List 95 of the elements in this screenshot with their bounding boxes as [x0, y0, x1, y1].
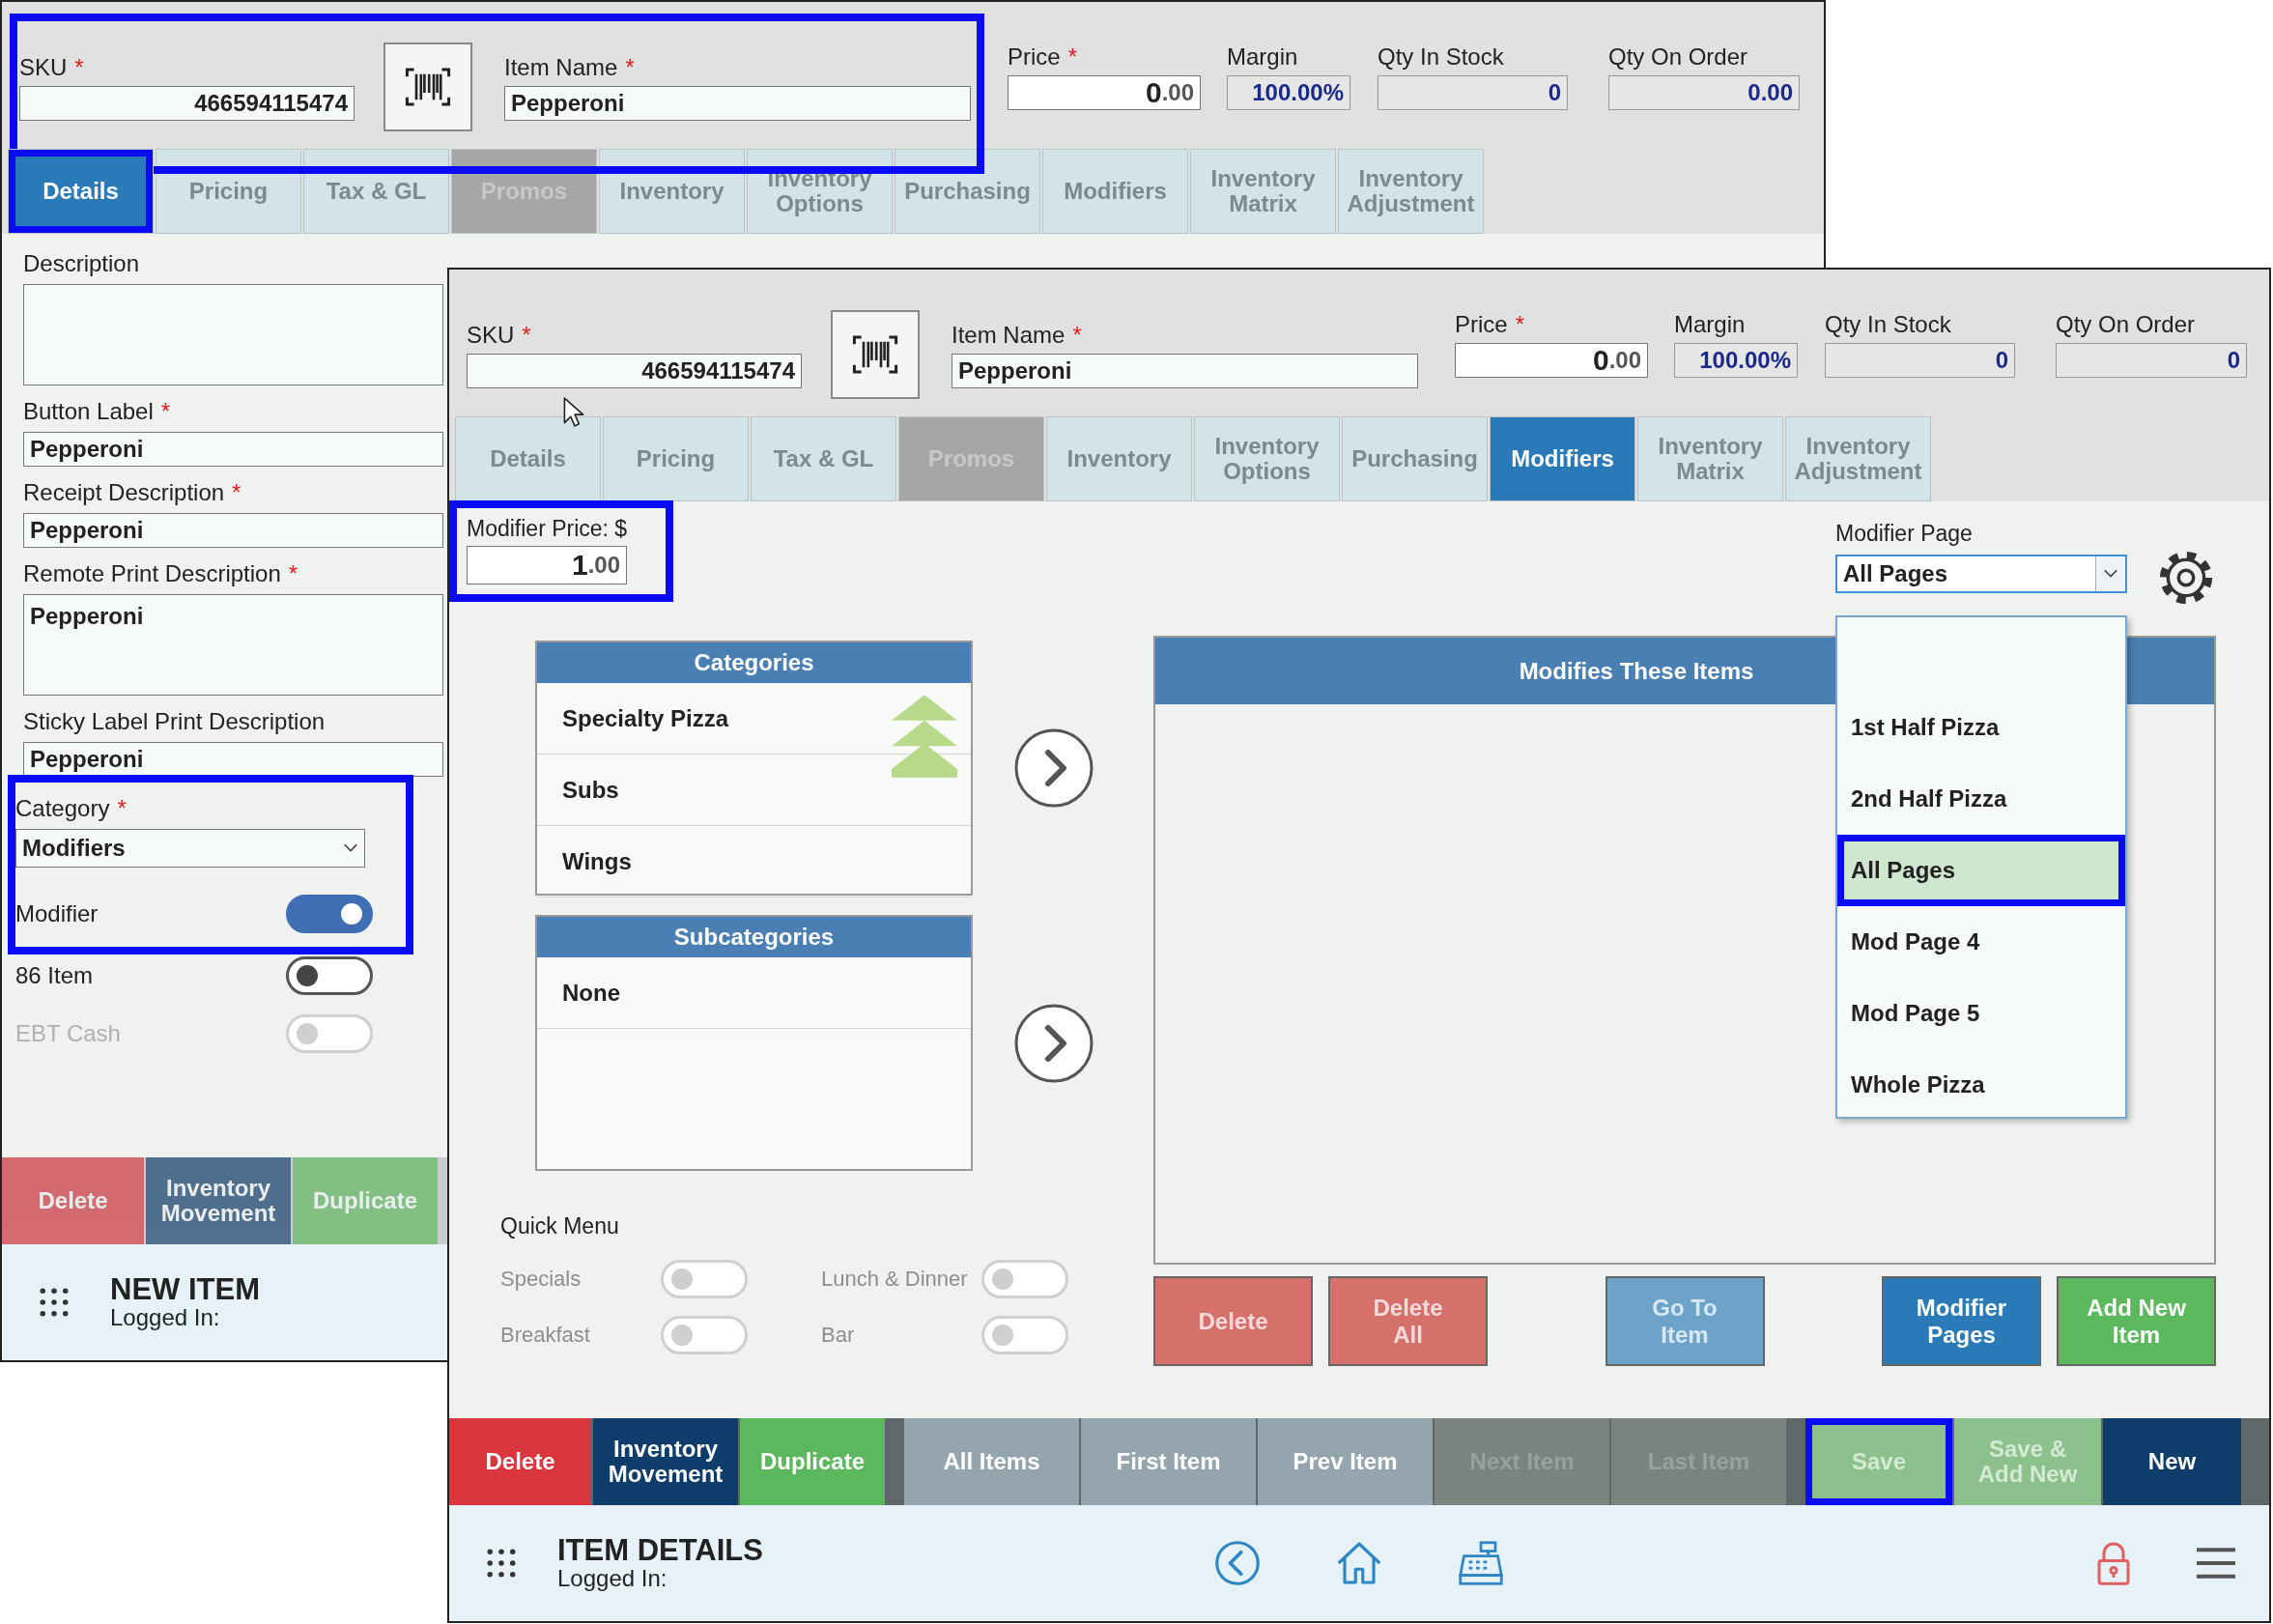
dropdown-option[interactable]: Whole Pizza: [1837, 1049, 2125, 1121]
field-label: Item Name: [952, 322, 1065, 349]
qty-in-stock-field: 0: [1825, 343, 2015, 378]
login-status: Logged In:: [557, 1564, 668, 1592]
dropdown-option[interactable]: 2nd Half Pizza: [1837, 763, 2125, 835]
section-title: Quick Menu: [500, 1213, 619, 1239]
toggle-label: Breakfast: [500, 1323, 591, 1348]
required-mark: *: [232, 479, 242, 506]
dropdown-option[interactable]: Mod Page 5: [1837, 978, 2125, 1049]
field-label: SKU: [19, 54, 68, 81]
tab[interactable]: Purchasing: [1342, 416, 1488, 501]
delete-button[interactable]: Delete: [1153, 1276, 1313, 1366]
sku-field[interactable]: 466594115474: [467, 354, 802, 388]
field-label: Modifier Price: $: [467, 516, 628, 541]
required-mark: *: [625, 54, 635, 81]
chevron-down-icon: [2103, 569, 2118, 579]
page-title: NEW ITEM: [110, 1273, 260, 1304]
action-button[interactable]: Add New Item: [2057, 1276, 2216, 1366]
field-label: Qty On Order: [1608, 43, 1748, 71]
field-label: Description: [23, 250, 140, 277]
list-header: Categories: [537, 642, 971, 683]
toggle-label: Modifier: [15, 900, 99, 927]
field-label: Qty In Stock: [1825, 311, 1951, 338]
delete-button[interactable]: Delete: [449, 1418, 591, 1505]
required-mark: *: [288, 560, 298, 587]
page-title: ITEM DETAILS: [557, 1534, 763, 1565]
action-button[interactable]: All Items: [904, 1418, 1079, 1505]
required-mark: *: [117, 795, 127, 822]
field-label: Qty In Stock: [1378, 43, 1504, 71]
barcode-icon: [852, 334, 898, 375]
qty-in-stock-field: 0: [1378, 75, 1568, 110]
required-mark: *: [1067, 43, 1078, 71]
qty-on-order-field: 0.00: [1608, 75, 1800, 110]
field-label: Margin: [1674, 311, 1746, 338]
field-label: Modifier Page: [1835, 521, 1974, 547]
cursor-icon: [563, 397, 584, 428]
field-label: Price: [1008, 43, 1061, 71]
tab[interactable]: Inventory: [1046, 416, 1192, 501]
margin-field: 100.00%: [1674, 343, 1798, 378]
tab[interactable]: Details: [455, 416, 601, 501]
required-mark: *: [160, 398, 171, 425]
tab[interactable]: Pricing: [603, 416, 749, 501]
action-button[interactable]: First Item: [1081, 1418, 1256, 1505]
field-label: Receipt Description: [23, 479, 225, 506]
required-mark: *: [74, 54, 84, 81]
action-button[interactable]: Prev Item: [1258, 1418, 1433, 1505]
toggle-label: Lunch & Dinner: [821, 1267, 969, 1292]
chevron-down-icon: [343, 843, 358, 853]
dropdown-option[interactable]: Mod Page 4: [1837, 906, 2125, 978]
field-label: Category: [15, 795, 110, 822]
toggle-label: EBT Cash: [15, 1020, 121, 1047]
qty-on-order-field: 0: [2056, 343, 2247, 378]
field-label: Price: [1455, 311, 1508, 338]
delete-button[interactable]: Delete All: [1328, 1276, 1488, 1366]
action-button[interactable]: Go To Item: [1605, 1276, 1765, 1366]
field-label: Qty On Order: [2056, 311, 2196, 338]
toggle-label: Bar: [821, 1323, 856, 1348]
field-label: Item Name: [504, 54, 618, 81]
cash-register-icon[interactable]: [1457, 1539, 1505, 1587]
modifier-price-field[interactable]: 1.00: [467, 546, 627, 584]
arrow-right-button[interactable]: [1013, 727, 1094, 809]
tab[interactable]: Tax & GL: [751, 416, 896, 501]
toggle-label: Specials: [500, 1267, 582, 1292]
barcode-icon: [405, 67, 451, 107]
required-mark: *: [1515, 311, 1525, 338]
field-label: SKU: [467, 322, 515, 349]
required-mark: *: [522, 322, 531, 349]
action-button[interactable]: Duplicate: [740, 1418, 885, 1505]
login-status: Logged In:: [110, 1303, 221, 1331]
price-field[interactable]: 0.00: [1455, 343, 1648, 378]
modifier-page-select[interactable]: All Pages: [1835, 555, 2127, 593]
field-label: Margin: [1227, 43, 1298, 71]
app-grid-icon[interactable]: [486, 1548, 517, 1579]
required-mark: *: [1072, 322, 1082, 349]
action-button[interactable]: New: [2103, 1418, 2241, 1505]
list-item[interactable]: None: [537, 957, 971, 1029]
barcode-button[interactable]: [831, 310, 920, 399]
margin-field: 100.00%: [1227, 75, 1350, 110]
field-label: Remote Print Description: [23, 560, 281, 587]
dropdown-option[interactable]: All Pages: [1837, 835, 2125, 906]
back-icon[interactable]: [1213, 1539, 1262, 1587]
list-header: Subcategories: [537, 917, 971, 957]
field-label: Sticky Label Print Description: [23, 708, 326, 735]
toggle-label: 86 Item: [15, 962, 94, 989]
arrow-right-button[interactable]: [1013, 1002, 1094, 1084]
action-button[interactable]: Inventory Movement: [593, 1418, 738, 1505]
tab[interactable]: Modifiers: [1490, 416, 1635, 501]
tab[interactable]: Inventory Adjustment: [1785, 416, 1931, 501]
field-label: Button Label: [23, 398, 154, 425]
action-button[interactable]: Modifier Pages: [1882, 1276, 2041, 1366]
tab[interactable]: Inventory Matrix: [1637, 416, 1783, 501]
tab[interactable]: Inventory Options: [1194, 416, 1340, 501]
list-item[interactable]: Wings: [537, 826, 971, 897]
home-icon[interactable]: [1335, 1539, 1383, 1587]
item-name-field[interactable]: Pepperoni: [952, 354, 1418, 388]
